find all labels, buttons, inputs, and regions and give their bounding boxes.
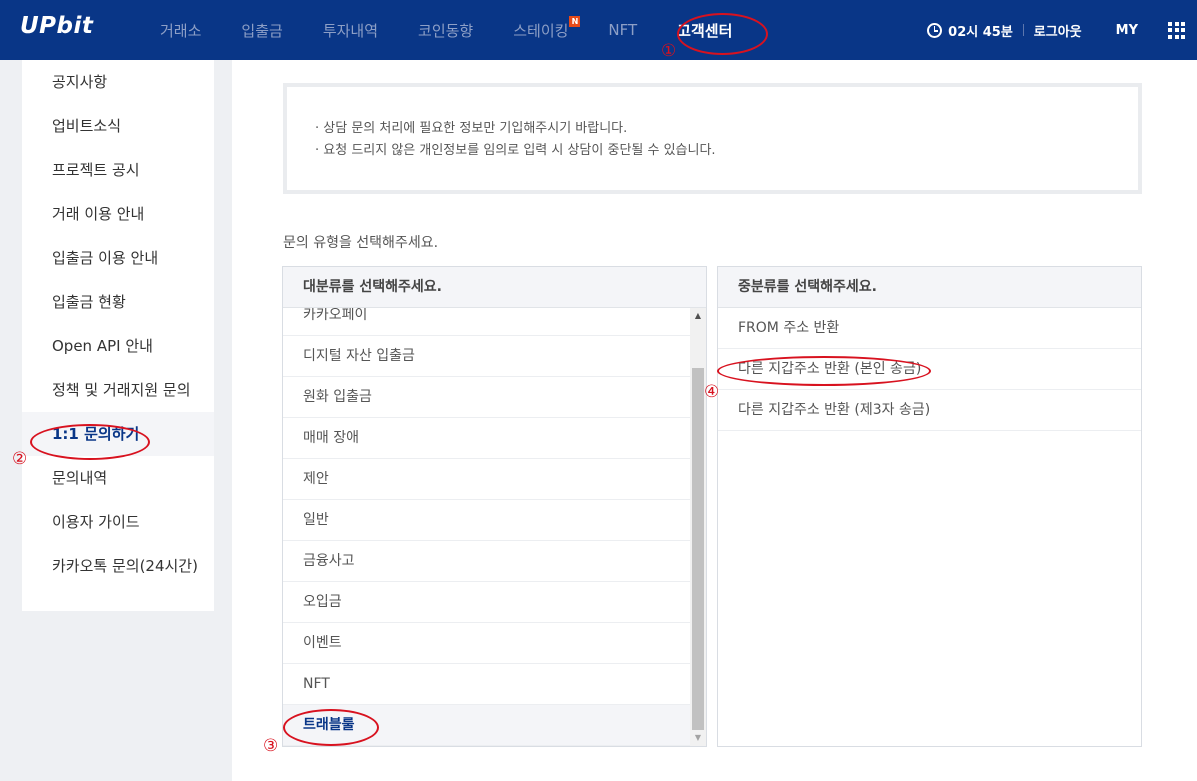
nav-exchange[interactable]: 거래소 — [160, 20, 201, 41]
session-time: 02시 45분 — [948, 24, 1013, 40]
sidebar-item-project-disclosure[interactable]: 프로젝트 공시 — [22, 148, 214, 192]
category-option-trading-failure[interactable]: 매매 장애 — [283, 418, 690, 459]
sidebar-item-kakaotalk-inquiry[interactable]: 카카오톡 문의(24시간) — [22, 544, 214, 588]
category-option-financial-incident[interactable]: 금융사고 — [283, 541, 690, 582]
sidebar-item-open-api[interactable]: Open API 안내 — [22, 324, 214, 368]
subcategory-option-from-address-return[interactable]: FROM 주소 반환 — [718, 308, 1141, 349]
sidebar-item-notices[interactable]: 공지사항 — [22, 60, 214, 104]
category-option-krw-transfer[interactable]: 원화 입출금 — [283, 377, 690, 418]
subcategory-option-other-wallet-self[interactable]: 다른 지갑주소 반환 (본인 송금) — [718, 349, 1141, 390]
sidebar-item-upbit-news[interactable]: 업비트소식 — [22, 104, 214, 148]
header-utilities: 02시 45분 로그아웃 MY — [927, 0, 1197, 60]
scroll-thumb[interactable] — [692, 368, 704, 730]
sidebar-item-trading-guide[interactable]: 거래 이용 안내 — [22, 192, 214, 236]
category-option-nft[interactable]: NFT — [283, 664, 690, 705]
category-option-event[interactable]: 이벤트 — [283, 623, 690, 664]
category-option-general[interactable]: 일반 — [283, 500, 690, 541]
nav-staking[interactable]: 스테이킹 N — [513, 15, 581, 41]
scroll-up-arrow-icon[interactable]: ▲ — [690, 308, 706, 324]
inquiry-type-prompt: 문의 유형을 선택해주세요. — [283, 235, 439, 251]
category-option-kakaopay[interactable]: 카카오페이 — [283, 308, 690, 336]
category-option-misdeposit[interactable]: 오입금 — [283, 582, 690, 623]
annotation-number: ① — [661, 41, 677, 61]
major-category-header: 대분류를 선택해주세요. — [283, 267, 706, 308]
sidebar-item-deposit-guide[interactable]: 입출금 이용 안내 — [22, 236, 214, 280]
notice-line: · 상담 문의 처리에 필요한 정보만 기입해주시기 바랍니다. — [315, 121, 628, 136]
header-divider — [1022, 24, 1024, 36]
category-option-digital-asset-transfer[interactable]: 디지털 자산 입출금 — [283, 336, 690, 377]
grid-menu-icon[interactable] — [1168, 21, 1185, 39]
nav-deposit-withdraw[interactable]: 입출금 — [241, 20, 282, 41]
sidebar-item-deposit-status[interactable]: 입출금 현황 — [22, 280, 214, 324]
inquiry-main: · 상담 문의 처리에 필요한 정보만 기입해주시기 바랍니다. · 요청 드리… — [232, 60, 1197, 781]
minor-category-header: 중분류를 선택해주세요. — [718, 267, 1141, 308]
annotation-number: ④ — [704, 382, 720, 402]
sidebar-item-policy-inquiry[interactable]: 정책 및 거래지원 문의 — [22, 368, 214, 412]
scroll-down-arrow-icon[interactable]: ▼ — [690, 730, 706, 746]
new-badge: N — [569, 15, 581, 27]
nav-customer-center[interactable]: 고객센터 — [677, 20, 732, 41]
annotation-number: ② — [12, 449, 28, 469]
minor-category-panel: 중분류를 선택해주세요. FROM 주소 반환 다른 지갑주소 반환 (본인 송… — [717, 266, 1142, 747]
logout-link[interactable]: 로그아웃 — [1034, 21, 1082, 40]
category-option-suggestion[interactable]: 제안 — [283, 459, 690, 500]
my-page-link[interactable]: MY — [1116, 23, 1138, 38]
major-category-panel: 대분류를 선택해주세요. 카카오페이 디지털 자산 입출금 원화 입출금 매매 … — [282, 266, 707, 747]
subcategory-option-other-wallet-third-party[interactable]: 다른 지갑주소 반환 (제3자 송금) — [718, 390, 1141, 431]
annotation-number: ③ — [263, 736, 279, 756]
nav-nft[interactable]: NFT — [608, 21, 637, 39]
nav-investments[interactable]: 투자내역 — [323, 20, 378, 41]
privacy-notice-box: · 상담 문의 처리에 필요한 정보만 기입해주시기 바랍니다. · 요청 드리… — [283, 83, 1142, 194]
clock-icon — [927, 22, 943, 38]
upbit-logo[interactable]: UPbit — [20, 13, 93, 39]
notice-line: · 요청 드리지 않은 개인정보를 임의로 입력 시 상담이 중단될 수 있습니… — [315, 143, 716, 158]
major-category-list[interactable]: 카카오페이 디지털 자산 입출금 원화 입출금 매매 장애 제안 일반 금융사고… — [283, 308, 690, 746]
top-header: UPbit 거래소 입출금 투자내역 코인동향 스테이킹 N NFT 고객센터 0… — [0, 0, 1197, 60]
category-option-travel-rule[interactable]: 트래블룰 — [283, 705, 690, 746]
sidebar-item-user-guide[interactable]: 이용자 가이드 — [22, 500, 214, 544]
nav-coin-trends[interactable]: 코인동향 — [418, 20, 473, 41]
sidebar-item-inquiry-history[interactable]: 문의내역 — [22, 456, 214, 500]
sidebar-item-one-on-one-inquiry[interactable]: 1:1 문의하기 — [22, 412, 214, 456]
customer-center-sidebar: 공지사항 업비트소식 프로젝트 공시 거래 이용 안내 입출금 이용 안내 입출… — [22, 60, 214, 611]
major-list-scrollbar[interactable]: ▲ ▼ — [690, 308, 706, 746]
